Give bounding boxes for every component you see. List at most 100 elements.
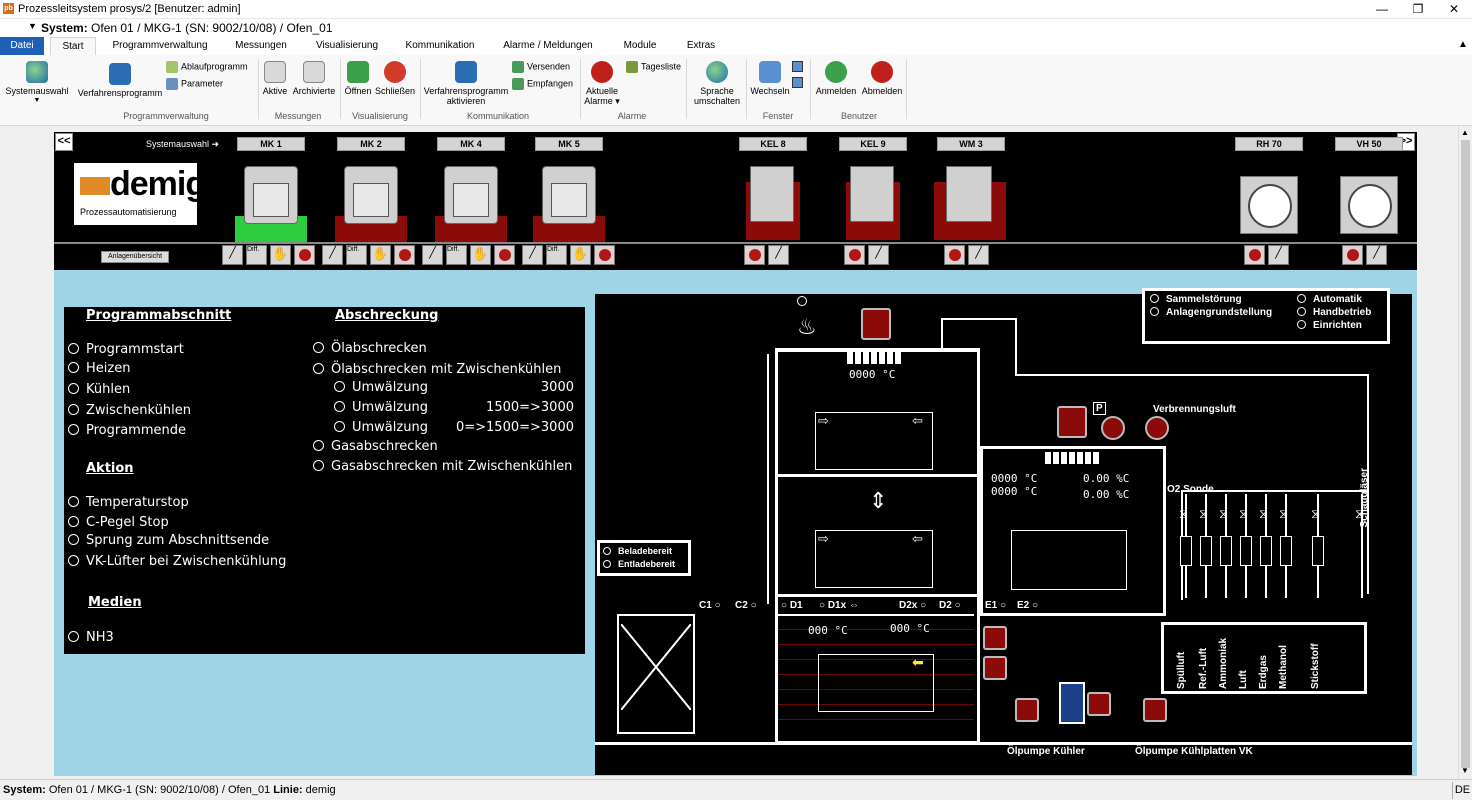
tile-icon[interactable] — [792, 77, 803, 88]
ablaufprogramm-button[interactable]: Ablaufprogramm — [166, 61, 248, 73]
tab-messungen[interactable]: Messungen — [228, 37, 294, 55]
aktuelle-alarme-button[interactable]: Aktuelle Alarme ▾ — [582, 61, 622, 106]
tab-programmverwaltung[interactable]: Programmverwaltung — [108, 37, 212, 55]
hand-icon[interactable]: ✋ — [570, 245, 591, 265]
alarm-icon[interactable] — [744, 245, 765, 265]
tagesliste-button[interactable]: Tagesliste — [626, 61, 681, 73]
vh50-furnace[interactable] — [1340, 176, 1398, 234]
language-indicator[interactable]: DE — [1452, 782, 1472, 799]
wechseln-button[interactable]: Wechseln — [750, 61, 790, 96]
status-linie-value: demig — [305, 784, 336, 796]
sprache-button[interactable]: Sprache umschalten — [690, 61, 744, 106]
diff-chart-icon[interactable]: Diff. — [246, 245, 267, 265]
anlagenuebersicht-button[interactable]: Anlagenübersicht — [101, 251, 169, 263]
programmstart-indicator: Programmstart — [68, 342, 184, 357]
valve-icon[interactable]: ⧖ — [1199, 506, 1208, 522]
tab-kommunikation[interactable]: Kommunikation — [400, 37, 480, 55]
abmelden-button[interactable]: Abmelden — [860, 61, 904, 96]
trend-chart-icon[interactable]: ╱ — [422, 245, 443, 265]
tab-extras[interactable]: Extras — [680, 37, 722, 55]
unit-mk2-button[interactable]: MK 2 — [337, 137, 405, 151]
tab-module[interactable]: Module — [616, 37, 664, 55]
unit-vh50-button[interactable]: VH 50 — [1335, 137, 1403, 151]
hand-icon[interactable]: ✋ — [270, 245, 291, 265]
kel8-furnace[interactable] — [746, 166, 800, 240]
scroll-thumb[interactable] — [1461, 140, 1470, 768]
close-icon[interactable]: ✕ — [1436, 0, 1472, 19]
tab-alarme[interactable]: Alarme / Meldungen — [496, 37, 600, 55]
scroll-down-icon[interactable]: ▼ — [1461, 766, 1469, 775]
mk2-furnace[interactable] — [344, 166, 398, 224]
alarm-icon[interactable] — [1244, 245, 1265, 265]
unit-kel9-button[interactable]: KEL 9 — [839, 137, 907, 151]
aktive-button[interactable]: Aktive — [260, 61, 290, 96]
tab-visualisierung[interactable]: Visualisierung — [310, 37, 384, 55]
tab-start[interactable]: Start — [50, 37, 96, 55]
vertical-scrollbar[interactable]: ▲ ▼ — [1458, 126, 1472, 779]
app-icon: pb — [3, 3, 14, 14]
unit-mk4-button[interactable]: MK 4 — [437, 137, 505, 151]
hand-icon[interactable]: ✋ — [370, 245, 391, 265]
wm3-furnace[interactable] — [934, 166, 1006, 240]
alarm-icon[interactable] — [944, 245, 965, 265]
versenden-button[interactable]: Versenden — [512, 61, 570, 73]
chamber-divider — [775, 594, 980, 597]
anmelden-button[interactable]: Anmelden — [814, 61, 858, 96]
diff-chart-icon[interactable]: Diff. — [346, 245, 367, 265]
trend-chart-icon[interactable]: ╱ — [1366, 245, 1387, 265]
alarm-icon[interactable] — [294, 245, 315, 265]
unit-mk1-button[interactable]: MK 1 — [237, 137, 305, 151]
group-visualisierung: Visualisierung — [352, 111, 408, 121]
minimize-icon[interactable]: — — [1364, 0, 1400, 19]
unit-mk5-button[interactable]: MK 5 — [535, 137, 603, 151]
mk5-furnace[interactable] — [542, 166, 596, 224]
archivierte-button[interactable]: Archivierte — [292, 61, 336, 96]
systemauswahl-button[interactable]: Systemauswahl ▼ — [4, 61, 70, 106]
alarm-icon[interactable] — [1342, 245, 1363, 265]
scroll-up-icon[interactable]: ▲ — [1461, 128, 1469, 137]
valve-icon[interactable]: ⧖ — [1179, 506, 1188, 522]
ribbon-collapse-icon[interactable]: ▲ — [1458, 39, 1468, 50]
mk1-furnace[interactable] — [244, 166, 298, 224]
diff-chart-icon[interactable]: Diff. — [546, 245, 567, 265]
valve-icon[interactable]: ⧖ — [1239, 506, 1248, 522]
collapse-icon[interactable]: ▼ — [28, 21, 37, 31]
windows-icon — [759, 61, 781, 83]
diff-chart-icon[interactable]: Diff. — [446, 245, 467, 265]
empfangen-button[interactable]: Empfangen — [512, 78, 573, 90]
verfahrensprogramm-aktivieren-button[interactable]: Verfahrensprogramm aktivieren — [420, 61, 512, 106]
tab-datei[interactable]: Datei — [0, 37, 44, 55]
valve-icon[interactable]: ⧖ — [1219, 506, 1228, 522]
trend-chart-icon[interactable]: ╱ — [968, 245, 989, 265]
alarm-icon[interactable] — [844, 245, 865, 265]
mk4-furnace[interactable] — [444, 166, 498, 224]
alarm-icon[interactable] — [594, 245, 615, 265]
nav-prev-button[interactable]: << — [55, 133, 73, 151]
unit-kel8-button[interactable]: KEL 8 — [739, 137, 807, 151]
valve-icon[interactable]: ⧖ — [1311, 506, 1320, 522]
trend-chart-icon[interactable]: ╱ — [222, 245, 243, 265]
trend-chart-icon[interactable]: ╱ — [868, 245, 889, 265]
rh70-furnace[interactable] — [1240, 176, 1298, 234]
valve-icon[interactable]: ⧖ — [1279, 506, 1288, 522]
valve-icon[interactable]: ⧖ — [1259, 506, 1268, 522]
alarm-icon[interactable] — [494, 245, 515, 265]
status-circle-icon — [68, 343, 79, 354]
status-circle-icon — [1297, 307, 1306, 316]
valve-icon[interactable]: ⧖ — [1355, 506, 1364, 522]
cascade-icon[interactable] — [792, 61, 803, 72]
parameter-button[interactable]: Parameter — [166, 78, 223, 90]
unit-wm3-button[interactable]: WM 3 — [937, 137, 1005, 151]
trend-chart-icon[interactable]: ╱ — [1268, 245, 1289, 265]
oeffnen-button[interactable]: Öffnen — [342, 61, 374, 96]
trend-chart-icon[interactable]: ╱ — [522, 245, 543, 265]
hand-icon[interactable]: ✋ — [470, 245, 491, 265]
alarm-icon[interactable] — [394, 245, 415, 265]
maximize-icon[interactable]: ❐ — [1400, 0, 1436, 19]
verfahrensprogramm-button[interactable]: Verfahrensprogramm — [76, 63, 164, 98]
unit-rh70-button[interactable]: RH 70 — [1235, 137, 1303, 151]
kel9-furnace[interactable] — [846, 166, 900, 240]
trend-chart-icon[interactable]: ╱ — [768, 245, 789, 265]
schliessen-button[interactable]: Schließen — [374, 61, 416, 96]
trend-chart-icon[interactable]: ╱ — [322, 245, 343, 265]
